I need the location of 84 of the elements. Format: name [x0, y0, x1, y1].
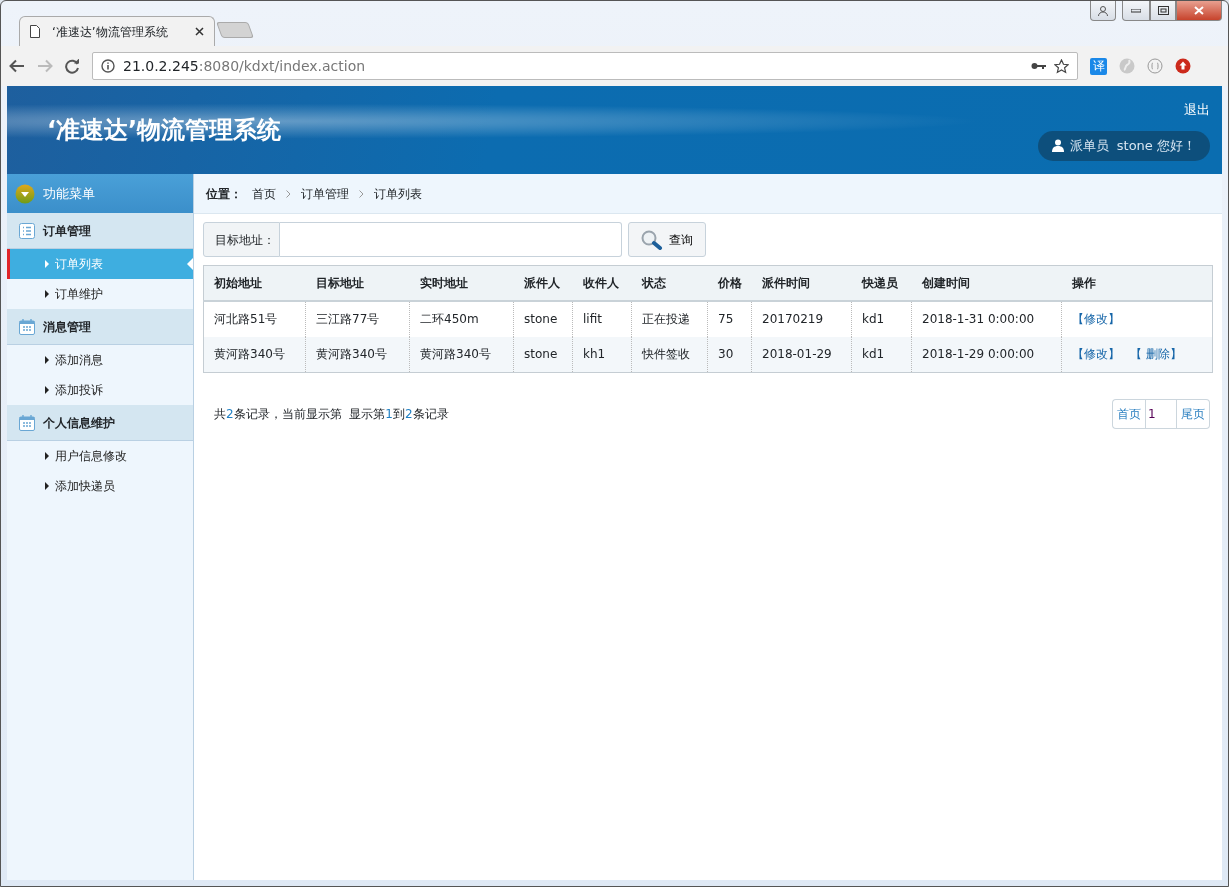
column-header: 状态 [631, 265, 708, 301]
table-cell: 2018-1-31 0:00:00 [911, 300, 1062, 337]
menu-item[interactable]: 订单维护 [7, 279, 193, 309]
column-header: 派件时间 [751, 265, 852, 301]
breadcrumb-item[interactable]: 订单管理 [301, 184, 349, 203]
column-header: 收件人 [572, 265, 632, 301]
column-header: 快递员 [851, 265, 912, 301]
url-text: 21.0.2.245:8080/kdxt/index.action [123, 56, 367, 76]
menu-group-title: 订单管理 [43, 222, 91, 240]
system-title: ‘准速达’物流管理系统 [47, 115, 282, 146]
calendar-icon [19, 414, 35, 431]
table-cell: 三江路77号 [305, 300, 410, 337]
reload-icon[interactable] [65, 58, 80, 74]
person-icon [1098, 5, 1108, 16]
tab-title: ‘准速达’物流管理系统 [52, 23, 169, 41]
column-header: 派件人 [513, 265, 573, 301]
column-header: 操作 [1061, 265, 1213, 301]
column-header: 目标地址 [305, 265, 410, 301]
menu-item[interactable]: 添加投诉 [7, 375, 193, 405]
table-cell: 黄河路340号 [203, 336, 306, 373]
search-field[interactable] [280, 222, 622, 257]
table-cell: 快件签收 [631, 336, 708, 373]
back-icon[interactable] [9, 59, 25, 73]
menu-group-title: 个人信息维护 [43, 414, 115, 432]
maximize-button[interactable] [1150, 1, 1176, 21]
table-cell: 2018-01-29 [751, 336, 852, 373]
table-cell: kd1 [851, 336, 912, 373]
breadcrumb-label: 位置： [206, 185, 242, 203]
user-icon [1051, 139, 1064, 153]
table-cell: 黄河路340号 [409, 336, 514, 373]
action-link[interactable]: 【 删除】 [1130, 347, 1182, 362]
close-icon[interactable] [195, 27, 204, 36]
page-number-field[interactable]: 1 [1145, 399, 1177, 429]
menu-heading: 功能菜单 [7, 174, 193, 213]
user-greeting: 派单员 stone 您好！ [1037, 131, 1210, 161]
translate-extension-icon[interactable]: 译 [1090, 57, 1107, 75]
table-cell: kd1 [851, 300, 912, 337]
search-label: 目标地址： [203, 222, 280, 257]
profile-button[interactable] [1090, 1, 1116, 21]
table-cell: 20170219 [751, 300, 852, 337]
column-header: 初始地址 [203, 265, 306, 301]
close-icon [1194, 6, 1204, 15]
menu-item[interactable]: 用户信息修改 [7, 441, 193, 471]
table-cell: stone [513, 336, 573, 373]
column-header: 实时地址 [409, 265, 514, 301]
key-icon[interactable] [1031, 62, 1046, 70]
menu-item[interactable]: 添加消息 [7, 345, 193, 375]
page-icon [30, 25, 40, 38]
chevron-icon [286, 189, 291, 198]
column-header: 价格 [707, 265, 752, 301]
menu-item[interactable]: 添加快递员 [7, 471, 193, 501]
record-summary: 共2条记录，当前显示第 显示第1到2条记录 [214, 406, 449, 423]
table-cell: lifit [572, 300, 632, 337]
last-page-link[interactable]: 尾页 [1177, 399, 1210, 429]
search-button[interactable]: 查询 [628, 222, 706, 257]
minimize-icon [1131, 8, 1141, 13]
table-cell: 黄河路340号 [305, 336, 410, 373]
table-cell: 2018-1-29 0:00:00 [911, 336, 1062, 373]
breadcrumb-item: 订单列表 [374, 185, 422, 203]
table-cell: 30 [707, 336, 752, 373]
dropdown-circle-icon [15, 183, 35, 204]
list-icon [19, 222, 35, 239]
info-icon [101, 59, 115, 73]
restore-icon [1157, 6, 1169, 15]
table-cell: kh1 [572, 336, 632, 373]
logout-link[interactable]: 退出 [1184, 99, 1210, 119]
browser-tab[interactable]: ‘准速达’物流管理系统 [19, 16, 215, 46]
action-link[interactable]: 【修改】 [1072, 312, 1120, 326]
column-header: 创建时间 [911, 265, 1062, 301]
table-cell: 二环450m [409, 300, 514, 337]
close-button[interactable] [1176, 1, 1222, 21]
action-link[interactable]: 【修改】 [1072, 347, 1120, 362]
table-cell: stone [513, 300, 573, 337]
upload-extension-icon[interactable] [1175, 58, 1191, 74]
calendar-icon [19, 318, 35, 335]
search-icon [641, 229, 663, 250]
menu-group-title: 消息管理 [43, 318, 91, 336]
chevron-icon [359, 189, 364, 198]
star-icon[interactable] [1054, 58, 1069, 74]
address-bar[interactable]: 21.0.2.245:8080/kdxt/index.action [92, 52, 1078, 80]
table-cell: 正在投递 [631, 300, 708, 337]
breadcrumb-item[interactable]: 首页 [252, 184, 276, 203]
table-cell: 河北路51号 [203, 300, 306, 337]
table-cell: 75 [707, 300, 752, 337]
